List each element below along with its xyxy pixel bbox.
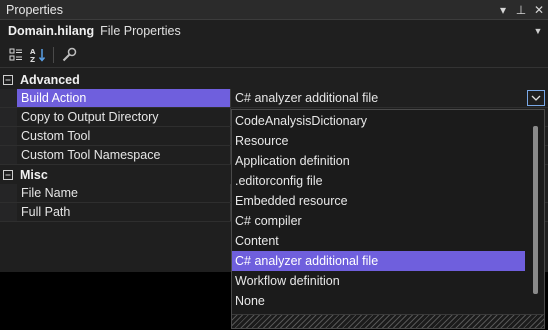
collapse-icon[interactable]	[0, 70, 16, 89]
property-name: Build Action	[17, 89, 231, 107]
category-label: Misc	[20, 167, 48, 182]
dropdown-option[interactable]: Content	[232, 231, 525, 251]
chevron-down-icon[interactable]: ▼	[530, 26, 546, 36]
property-name: Custom Tool Namespace	[17, 146, 231, 164]
window-title: Properties	[6, 2, 63, 17]
object-name: Domain.hilang	[8, 24, 95, 38]
object-type: File Properties	[100, 24, 181, 38]
toolbar-separator	[53, 47, 54, 63]
dropdown-option[interactable]: C# compiler	[232, 211, 525, 231]
row-gutter	[0, 89, 17, 107]
property-name: Full Path	[17, 203, 231, 221]
build-action-dropdown: CodeAnalysisDictionary Resource Applicat…	[231, 109, 545, 329]
build-action-combo[interactable]: C# analyzer additional file	[231, 89, 548, 107]
pin-icon[interactable]: ⊥	[512, 3, 530, 17]
svg-text:Z: Z	[30, 56, 35, 63]
dropdown-option[interactable]: .editorconfig file	[232, 171, 525, 191]
row-gutter	[0, 184, 17, 202]
property-name: File Name	[17, 184, 231, 202]
resize-grip-icon[interactable]	[232, 314, 544, 328]
dropdown-option[interactable]: Resource	[232, 131, 525, 151]
dropdown-scrollbar[interactable]	[526, 110, 544, 314]
properties-toolbar: A Z	[0, 43, 548, 68]
property-name: Custom Tool	[17, 127, 231, 145]
chevron-down-icon[interactable]	[527, 90, 545, 106]
close-icon[interactable]: ✕	[530, 3, 548, 17]
title-bar: Properties ▾ ⊥ ✕	[0, 0, 548, 20]
row-gutter	[0, 146, 17, 164]
dropdown-option[interactable]: Workflow definition	[232, 271, 525, 291]
window-position-dropdown-icon[interactable]: ▾	[494, 3, 512, 17]
dropdown-option[interactable]: None	[232, 291, 525, 311]
property-name: Copy to Output Directory	[17, 108, 231, 126]
dropdown-option-selected[interactable]: C# analyzer additional file	[232, 251, 525, 271]
dropdown-option[interactable]: Application definition	[232, 151, 525, 171]
row-gutter	[0, 127, 17, 145]
svg-text:A: A	[30, 48, 36, 56]
row-gutter	[0, 203, 17, 221]
category-label: Advanced	[20, 72, 80, 87]
alphabetical-icon[interactable]: A Z	[28, 45, 48, 65]
collapse-icon[interactable]	[0, 165, 16, 184]
dropdown-option[interactable]: CodeAnalysisDictionary	[232, 111, 525, 131]
dropdown-option[interactable]: Embedded resource	[232, 191, 525, 211]
object-selector[interactable]: Domain.hilang File Properties ▼	[2, 21, 546, 41]
scrollbar-thumb[interactable]	[533, 126, 538, 294]
property-row-build-action[interactable]: Build Action C# analyzer additional file	[0, 89, 548, 108]
property-pages-icon[interactable]	[59, 45, 79, 65]
categorized-icon[interactable]	[6, 45, 26, 65]
category-advanced[interactable]: Advanced	[0, 70, 548, 89]
property-value: C# analyzer additional file	[235, 91, 379, 105]
row-gutter	[0, 108, 17, 126]
